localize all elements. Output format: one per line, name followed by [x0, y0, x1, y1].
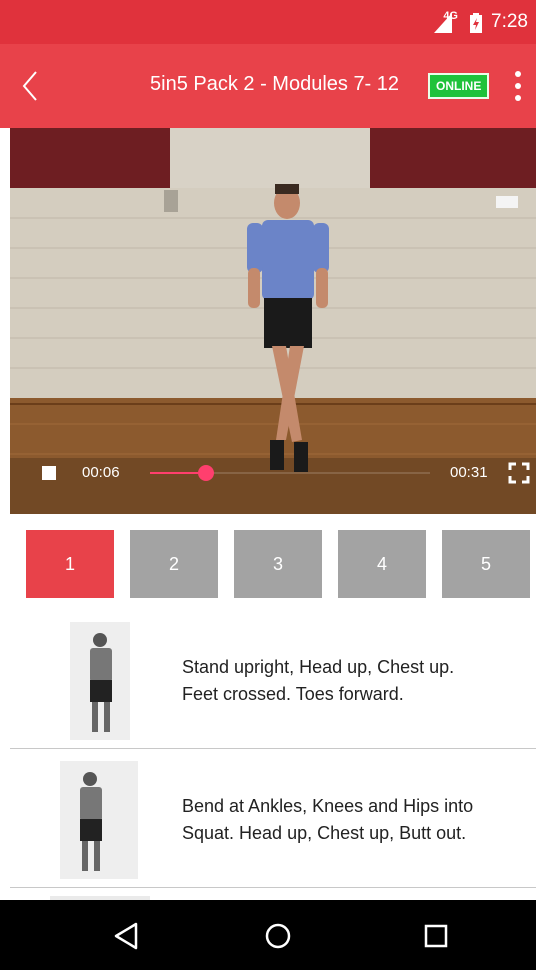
step-description-line: Feet crossed. Toes forward.: [182, 684, 404, 704]
back-triangle-icon[interactable]: [108, 918, 144, 954]
video-controls: 00:06 00:31: [10, 458, 536, 514]
step-description: Stand upright, Head up, Chest up. Feet cr…: [182, 654, 532, 708]
signal-icon: [434, 13, 452, 33]
page-title: 5in5 Pack 2 - Modules 7- 12: [150, 73, 400, 95]
stop-icon[interactable]: [42, 466, 56, 480]
system-nav-bar: [0, 900, 536, 970]
step-photo: [70, 622, 130, 740]
video-player[interactable]: 00:06 00:31: [10, 128, 536, 514]
total-time: 00:31: [450, 464, 488, 481]
battery-charging-icon: [470, 13, 482, 33]
status-bar: 4G 7:28: [0, 0, 536, 44]
module-tabs: 12345: [26, 530, 530, 598]
back-chevron-icon[interactable]: [20, 66, 60, 106]
step-description-line: Squat. Head up, Chest up, Butt out.: [182, 823, 467, 843]
status-time: 7:28: [491, 11, 528, 32]
step-description-line: Bend at Ankles, Knees and Hips into: [182, 796, 474, 816]
seek-thumb[interactable]: [198, 465, 214, 481]
step-item: Stand upright, Head up, Chest up. Feet cr…: [10, 610, 536, 749]
step-list: Stand upright, Head up, Chest up. Feet cr…: [10, 610, 536, 908]
tab-3[interactable]: 3: [234, 530, 322, 598]
recents-square-icon[interactable]: [418, 918, 454, 954]
home-circle-icon[interactable]: [260, 918, 296, 954]
step-photo: [60, 761, 138, 879]
app-bar: 5in5 Pack 2 - Modules 7- 12 ONLINE: [0, 44, 536, 128]
fullscreen-icon[interactable]: [508, 462, 530, 484]
video-frame: [10, 128, 536, 514]
tab-4[interactable]: 4: [338, 530, 426, 598]
step-item: Bend at Ankles, Knees and Hips into Squat…: [10, 749, 536, 888]
more-vert-icon[interactable]: [508, 68, 528, 104]
tab-2[interactable]: 2: [130, 530, 218, 598]
seek-bar[interactable]: [150, 465, 430, 481]
online-status-badge: ONLINE: [428, 73, 490, 99]
step-description: Bend at Ankles, Knees and Hips into Squat…: [182, 793, 532, 847]
tab-5[interactable]: 5: [442, 530, 530, 598]
current-time: 00:06: [82, 464, 120, 481]
tab-1[interactable]: 1: [26, 530, 114, 598]
step-description-line: Stand upright, Head up, Chest up.: [182, 657, 455, 677]
